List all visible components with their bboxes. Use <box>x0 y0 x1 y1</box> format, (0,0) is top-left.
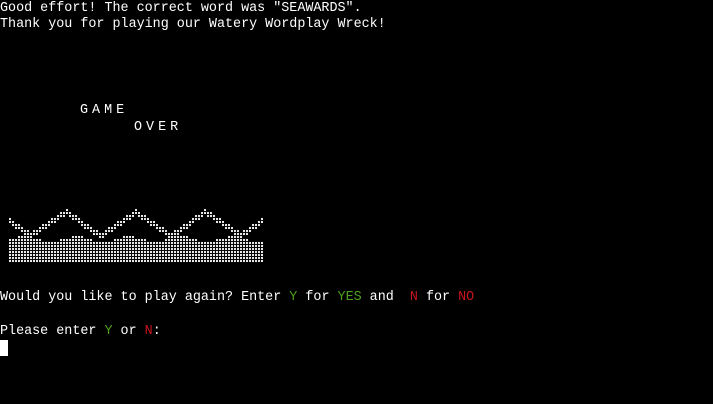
result-message: Good effort! The correct word was "SEAWA… <box>0 1 362 16</box>
prompt-text-4: for <box>417 290 459 305</box>
prompt-text-2: for <box>297 290 338 305</box>
play-again-prompt: Would you like to play again? Enter Y fo… <box>0 289 474 306</box>
enter-choice-prompt: Please enter Y or N: <box>0 323 161 340</box>
enter-yes-key: Y <box>104 324 113 339</box>
enter-text-1: Please enter <box>0 324 105 339</box>
enter-text-2: or <box>112 324 145 339</box>
enter-no-key: N <box>144 324 153 339</box>
waves-icon <box>9 208 263 263</box>
no-word-label: NO <box>458 290 475 305</box>
game-over-game-word: GAME <box>80 103 129 118</box>
no-key-label: N <box>409 290 418 305</box>
game-over-over-word: OVER <box>134 120 183 135</box>
prompt-text-3: and <box>361 290 410 305</box>
enter-text-3: : <box>152 324 161 339</box>
prompt-text-1: Would you like to play again? Enter <box>0 290 290 305</box>
yes-word-label: YES <box>337 290 362 305</box>
thank-you-message: Thank you for playing our Watery Wordpla… <box>0 17 386 32</box>
terminal-input-cursor[interactable] <box>0 340 8 356</box>
